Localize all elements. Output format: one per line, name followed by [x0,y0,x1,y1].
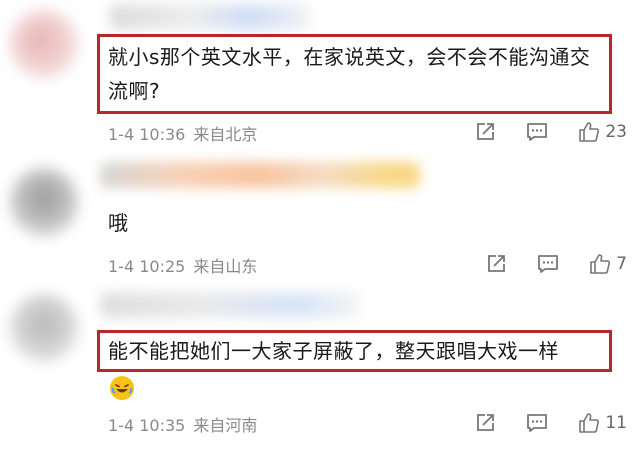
username-blurred[interactable] [100,162,420,188]
laughing-crying-emoji-icon [110,376,134,400]
comment-date: 1-4 10:35 [108,416,186,435]
like-count: 23 [605,122,627,142]
comment-item: 能不能把她们一大家子屏蔽了，整天跟唱大戏一样 1-4 10:35 来自河南 11 [0,288,641,450]
comment-text: 就小s那个英文水平，在家说英文，会不会不能沟通交流啊? [108,45,591,103]
comment-meta: 1-4 10:36 来自北京 [108,121,257,145]
share-icon[interactable] [474,121,496,143]
comment-meta: 1-4 10:35 来自河南 [108,412,257,436]
share-icon[interactable] [474,412,496,434]
comment-item: 就小s那个英文水平，在家说英文，会不会不能沟通交流啊? 1-4 10:36 来自北… [0,0,641,148]
comment-item: 哦 1-4 10:25 来自山东 7 [0,148,641,288]
comment-actions: 7 [485,251,627,277]
comment-meta: 1-4 10:25 来自山东 [108,253,257,277]
thumbs-up-icon [578,412,600,434]
comment-location: 来自山东 [193,257,258,276]
comment-actions: 23 [474,119,627,145]
like-button[interactable]: 23 [578,121,627,143]
comment-date: 1-4 10:25 [108,257,186,276]
comment-icon[interactable] [526,412,548,434]
like-button[interactable]: 7 [589,253,627,275]
avatar[interactable] [10,10,78,78]
comment-text: 能不能把她们一大家子屏蔽了，整天跟唱大戏一样 [108,339,559,363]
like-count: 7 [616,254,627,274]
comment-location: 来自河南 [193,416,258,435]
comment-icon[interactable] [526,121,548,143]
comment-icon[interactable] [537,253,559,275]
comment-text: 哦 [108,211,129,235]
thumbs-up-icon [578,121,600,143]
avatar[interactable] [10,168,78,236]
comment-actions: 11 [474,410,627,436]
like-button[interactable]: 11 [578,412,627,434]
username-blurred[interactable] [100,292,360,318]
thumbs-up-icon [589,253,611,275]
share-icon[interactable] [485,253,507,275]
username-blurred[interactable] [110,4,310,30]
comment-date: 1-4 10:36 [108,125,186,144]
like-count: 11 [605,413,627,433]
comment-location: 来自北京 [193,125,258,144]
avatar[interactable] [10,294,78,362]
